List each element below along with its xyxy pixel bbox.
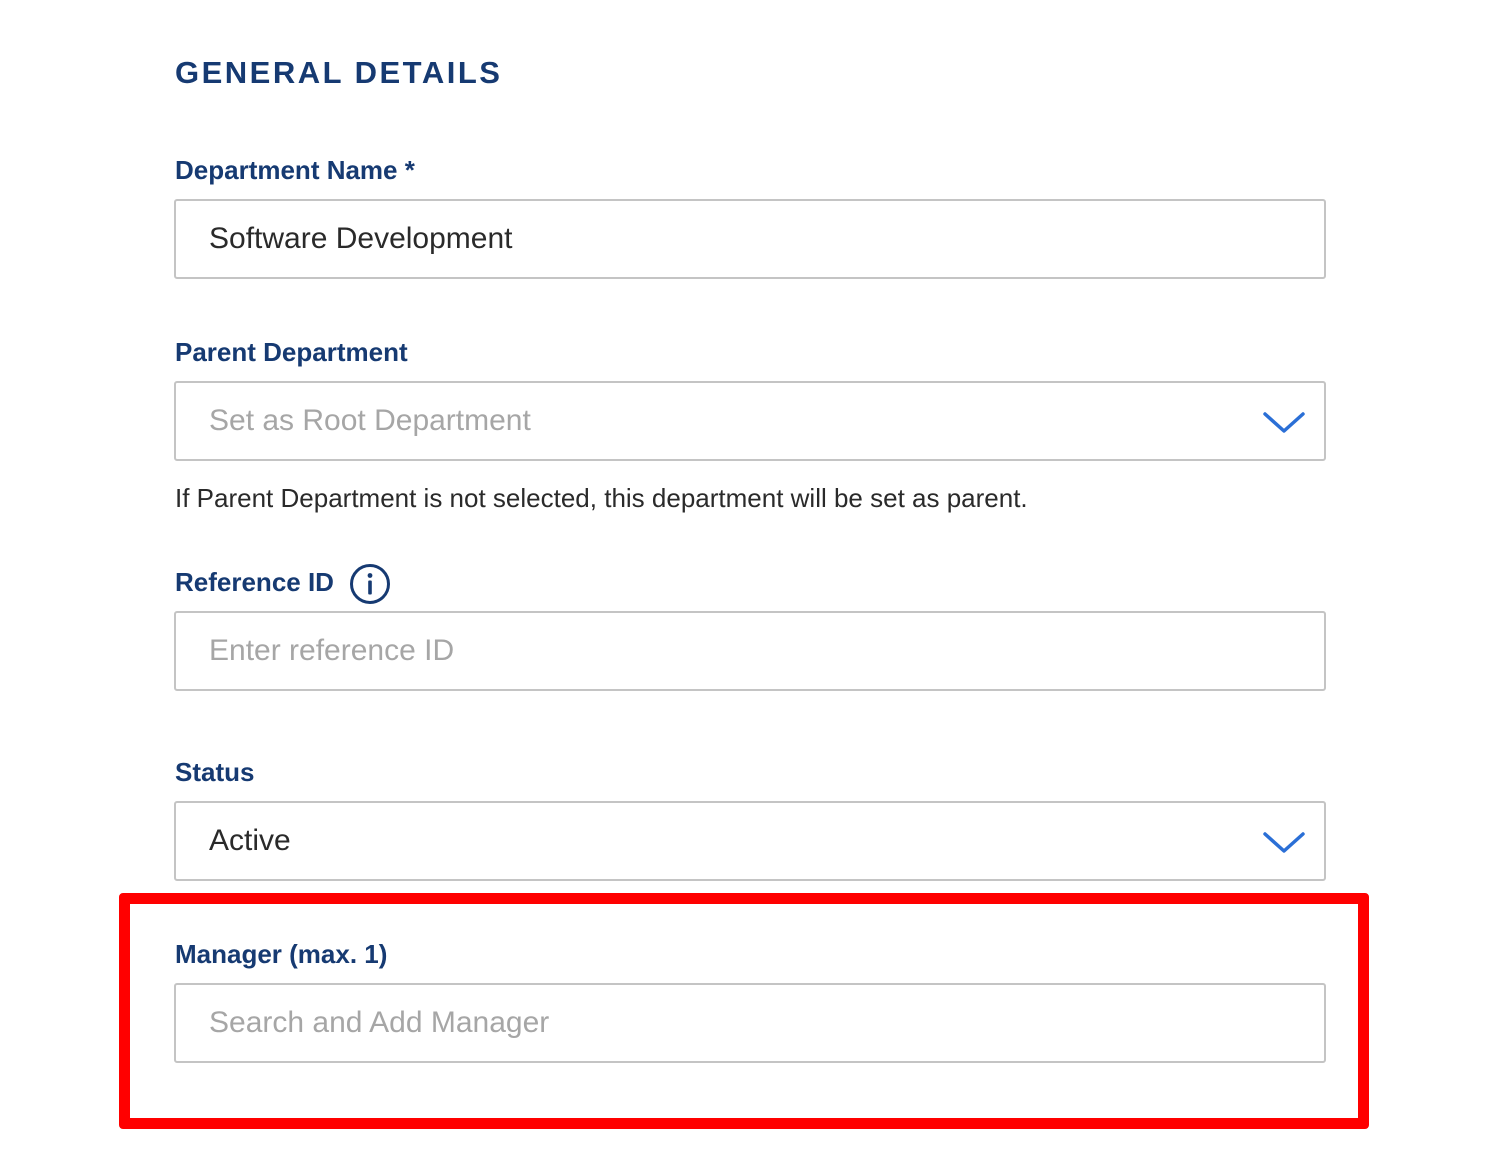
manager-label: Manager (max. 1): [175, 939, 388, 969]
info-icon[interactable]: [349, 563, 391, 605]
parent-department-select[interactable]: Set as Root Department: [174, 381, 1326, 461]
parent-department-label: Parent Department: [175, 337, 408, 367]
reference-id-field: [174, 611, 1326, 691]
chevron-down-icon: [1263, 832, 1305, 853]
parent-department-help-text: If Parent Department is not selected, th…: [175, 483, 1028, 513]
chevron-down-icon: [1263, 412, 1305, 433]
department-name-label: Department Name *: [175, 155, 415, 185]
manager-search-input[interactable]: [176, 985, 1324, 1061]
parent-department-placeholder: Set as Root Department: [209, 404, 531, 437]
manager-field: [174, 983, 1326, 1063]
department-name-input[interactable]: [176, 201, 1324, 277]
status-value: Active: [209, 824, 291, 857]
status-select[interactable]: Active: [174, 801, 1326, 881]
section-title: GENERAL DETAILS: [175, 55, 503, 90]
reference-id-label: Reference ID: [175, 567, 334, 597]
reference-id-input[interactable]: [176, 613, 1324, 689]
department-name-field: [174, 199, 1326, 279]
status-label: Status: [175, 757, 255, 787]
